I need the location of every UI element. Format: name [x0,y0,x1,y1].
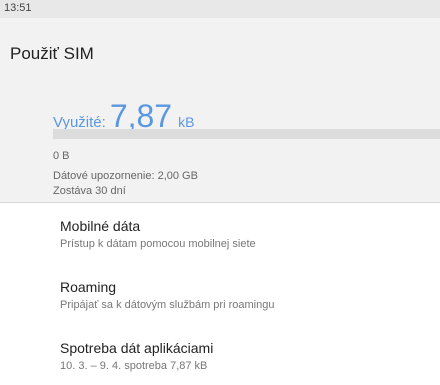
usage-progress-bar [53,129,440,139]
data-warning-text: Dátové upozornenie: 2,00 GB [53,170,198,182]
usage-unit: kB [178,114,195,130]
data-usage-summary: Využité: 7,87 kB 0 B Dátové upozornenie:… [0,84,440,202]
usage-bar-min-label: 0 B [53,150,70,162]
setting-title: Spotreba dát aplikáciami [60,340,214,356]
setting-subtitle: Pripájať sa k dátovým službám pri roamin… [60,299,275,311]
status-time: 13:51 [4,2,32,14]
setting-app-data-usage[interactable]: Spotreba dát aplikáciami 10. 3. – 9. 4. … [0,325,440,385]
page-title: Použiť SIM [10,44,94,63]
setting-subtitle: Prístup k dátam pomocou mobilnej siete [60,238,256,250]
setting-title: Mobilné dáta [60,218,141,234]
status-bar: 13:51 [0,0,440,19]
app-bar: Použiť SIM [0,18,440,84]
setting-title: Roaming [60,279,117,295]
days-remaining-text: Zostáva 30 dní [53,185,126,197]
setting-mobile-data[interactable]: Mobilné dáta Prístup k dátam pomocou mob… [0,203,440,263]
setting-roaming[interactable]: Roaming Pripájať sa k dátovým službám pr… [0,264,440,324]
setting-subtitle: 10. 3. – 9. 4. spotreba 7,87 kB [60,360,208,372]
